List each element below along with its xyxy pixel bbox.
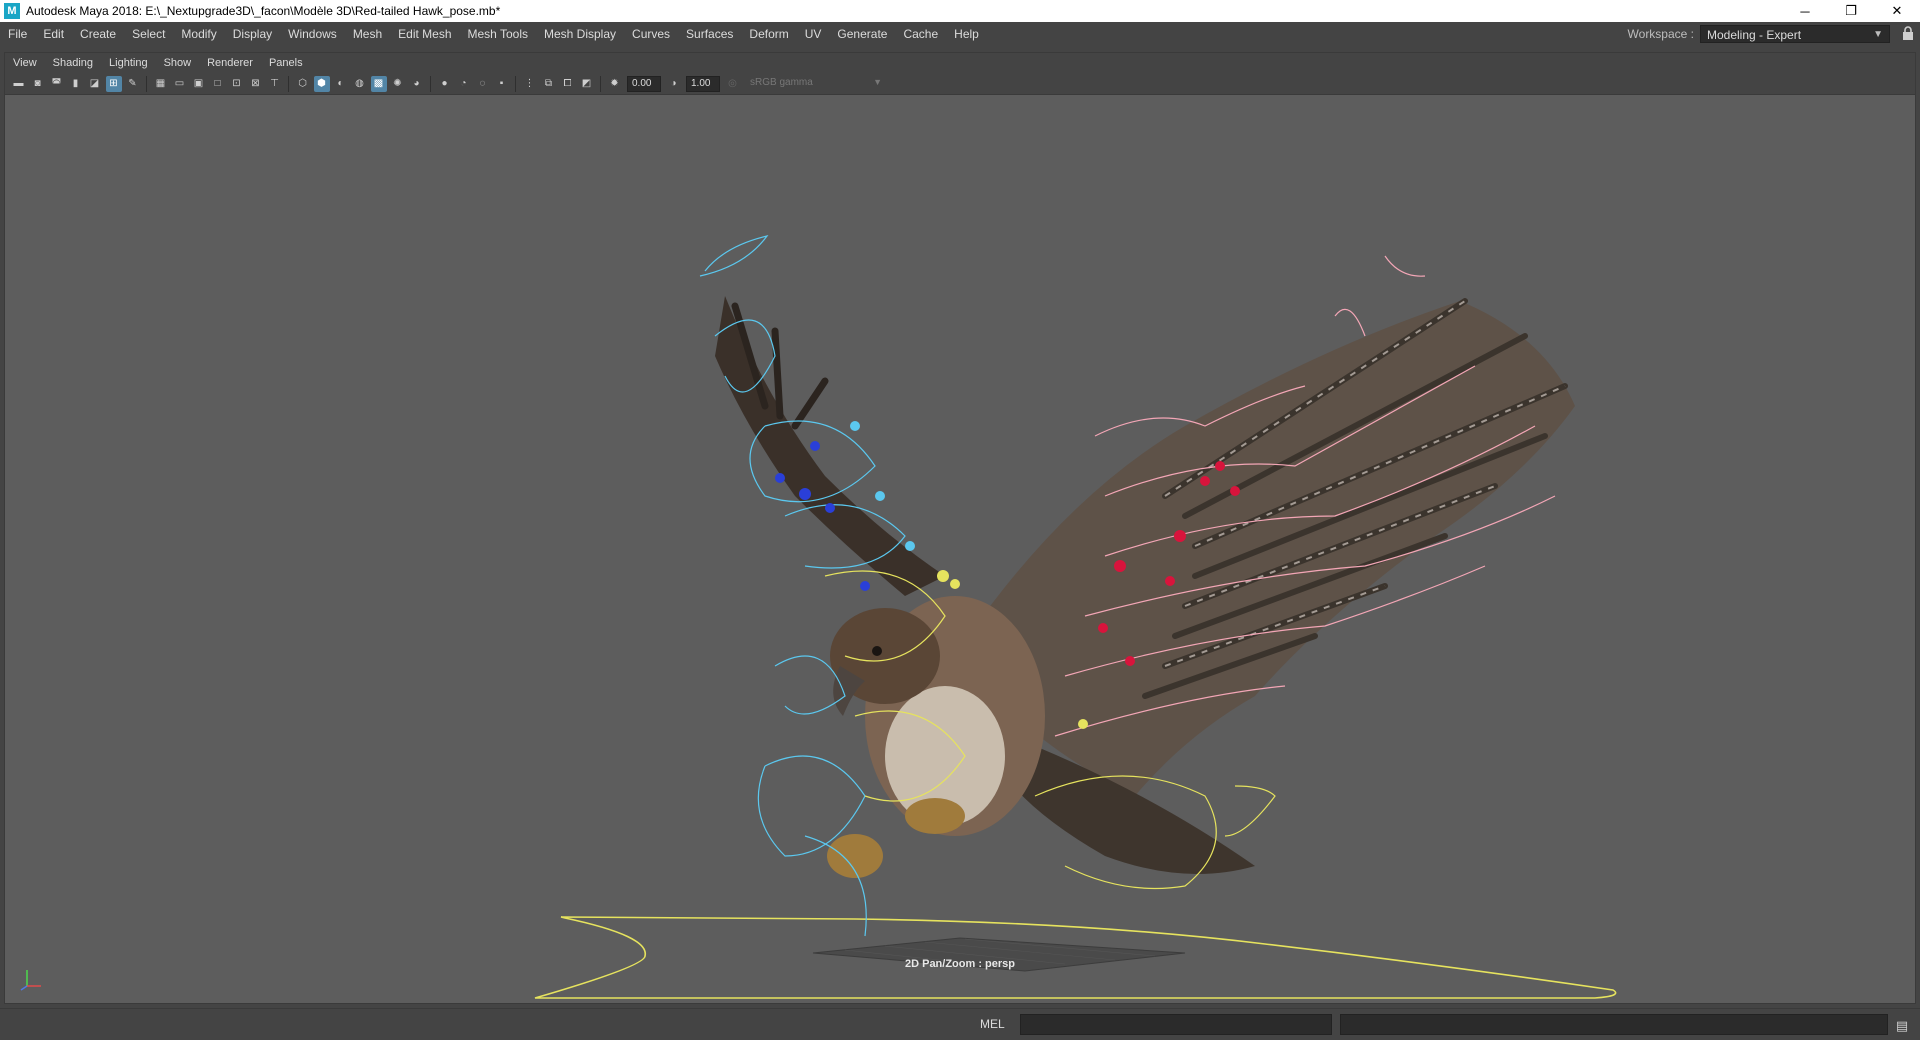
workspace-dropdown[interactable]: Modeling - Expert ▼ [1700,25,1890,43]
grid-icon[interactable]: ▦ [153,76,169,92]
safe-title-icon[interactable]: ⊤ [267,76,283,92]
restore-button[interactable]: ❐ [1828,0,1874,22]
menu-mesh[interactable]: Mesh [345,27,390,41]
maya-app-window: M Autodesk Maya 2018: E:\_Nextupgrade3D\… [0,0,1920,1040]
gamma-icon[interactable]: ◑ [666,76,682,92]
panel-menu-panels[interactable]: Panels [261,57,311,69]
film-gate-icon[interactable]: ▭ [172,76,188,92]
wireframe-on-shaded-icon[interactable]: ◍ [352,76,368,92]
2d-pan-zoom-icon[interactable]: ⊞ [105,75,122,92]
panel-menu-shading[interactable]: Shading [45,57,101,69]
safe-action-icon[interactable]: ⊠ [248,76,264,92]
image-plane-icon[interactable]: ◪ [87,76,103,92]
menu-mesh-display[interactable]: Mesh Display [536,27,624,41]
xray-active-components-icon[interactable]: ⧠ [560,76,576,92]
depth-of-field-icon[interactable]: ▪ [494,76,510,92]
axis-gizmo-icon [20,970,41,991]
hawk-talons [827,798,965,878]
menu-help[interactable]: Help [946,27,987,41]
menu-deform[interactable]: Deform [741,27,796,41]
toolbar-divider [146,75,147,92]
close-button[interactable]: ✕ [1874,0,1920,22]
left-wing[interactable] [715,296,945,596]
chevron-down-icon: ▼ [873,76,882,87]
lock-icon[interactable] [1896,25,1920,43]
screen-space-ao-icon[interactable]: ● [437,76,453,92]
menu-display[interactable]: Display [225,27,280,41]
panel-menu-view[interactable]: View [5,57,45,69]
exposure-icon[interactable]: ✹ [607,76,623,92]
workspace-value: Modeling - Expert [1707,28,1802,42]
menu-select[interactable]: Select [124,27,173,41]
workspace-label: Workspace : [1627,27,1694,41]
panel-menu-lighting[interactable]: Lighting [101,57,156,69]
view-transform-dropdown[interactable]: sRGB gamma ▼ [746,75,886,92]
bookmark-icon[interactable]: ▮ [68,76,84,92]
field-chart-icon[interactable]: ⊡ [229,76,245,92]
use-all-lights-icon[interactable]: ✺ [390,76,406,92]
resolution-gate-icon[interactable]: ▣ [191,76,207,92]
menu-modify[interactable]: Modify [173,27,224,41]
3d-viewport[interactable]: 2D Pan/Zoom : persp [5,96,1915,1003]
toolbar-divider [288,75,289,92]
script-editor-icon[interactable]: ▤ [1894,1018,1910,1034]
panel-menu-show[interactable]: Show [156,57,200,69]
view-transform-value: sRGB gamma [750,76,813,88]
shadows-icon[interactable]: ◕ [409,76,425,92]
xray-icon[interactable]: ⧉ [541,76,557,92]
panel-toolbar: ▬ ◙ ◚ ▮ ◪ ⊞ ✎ ▦ ▭ ▣ □ ⊡ ⊠ ⊤ ⬡ ⬢ ◐ ◍ ▩ ✺ … [5,73,1915,95]
menu-curves[interactable]: Curves [624,27,678,41]
gate-mask-icon[interactable]: □ [210,76,226,92]
menu-surfaces[interactable]: Surfaces [678,27,741,41]
menu-file[interactable]: File [0,27,35,41]
multisample-aa-icon[interactable]: ◌ [475,76,491,92]
bookmarks-icon[interactable]: ◚ [49,76,65,92]
toolbar-divider [430,75,431,92]
default-material-icon[interactable]: ◐ [333,76,349,92]
menu-uv[interactable]: UV [797,27,830,41]
viewport-panel: View Shading Lighting Show Renderer Pane… [4,52,1916,1004]
xray-joints-icon[interactable]: ◩ [579,76,595,92]
motion-blur-icon[interactable]: ◔ [456,76,472,92]
wireframe-icon[interactable]: ⬡ [295,76,311,92]
menu-edit-mesh[interactable]: Edit Mesh [390,27,459,41]
camera-attributes-icon[interactable]: ◙ [30,76,46,92]
command-line: MEL ▤ [0,1008,1920,1040]
isolate-select-icon[interactable]: ⋮ [522,76,538,92]
camera-label: 2D Pan/Zoom : persp [904,958,1016,970]
title-bar: M Autodesk Maya 2018: E:\_Nextupgrade3D\… [0,0,1920,22]
hawk-rig-scene[interactable] [5,96,1915,1003]
select-camera-icon[interactable]: ▬ [11,76,27,92]
workspace-selector: Workspace : Modeling - Expert ▼ [1628,22,1920,46]
smooth-shade-icon[interactable]: ⬢ [313,75,330,92]
minimize-button[interactable]: ─ [1782,0,1828,22]
panel-menu-bar: View Shading Lighting Show Renderer Pane… [5,53,1915,73]
menu-mesh-tools[interactable]: Mesh Tools [460,27,536,41]
menu-windows[interactable]: Windows [280,27,345,41]
gamma-field[interactable]: 1.00 [686,75,720,92]
main-menu-bar: File Edit Create Select Modify Display W… [0,22,1920,46]
command-input-field[interactable] [1020,1014,1332,1035]
panel-menu-renderer[interactable]: Renderer [199,57,261,69]
toolbar-divider [515,75,516,92]
toolbar-divider [600,75,601,92]
chevron-down-icon: ▼ [1873,29,1883,40]
exposure-field[interactable]: 0.00 [627,75,661,92]
maya-logo-icon: M [4,3,20,19]
command-result-field [1340,1014,1888,1035]
menu-cache[interactable]: Cache [895,27,946,41]
window-title: Autodesk Maya 2018: E:\_Nextupgrade3D\_f… [26,4,501,18]
hawk-eye [872,646,882,656]
menu-create[interactable]: Create [72,27,124,41]
hawk-body[interactable] [827,596,1045,878]
menu-generate[interactable]: Generate [829,27,895,41]
mel-mode-toggle[interactable]: MEL [980,1017,1005,1031]
textured-icon[interactable]: ▩ [370,75,387,92]
grease-pencil-icon[interactable]: ✎ [125,76,141,92]
menu-edit[interactable]: Edit [35,27,72,41]
color-management-icon[interactable]: ◎ [725,76,741,92]
